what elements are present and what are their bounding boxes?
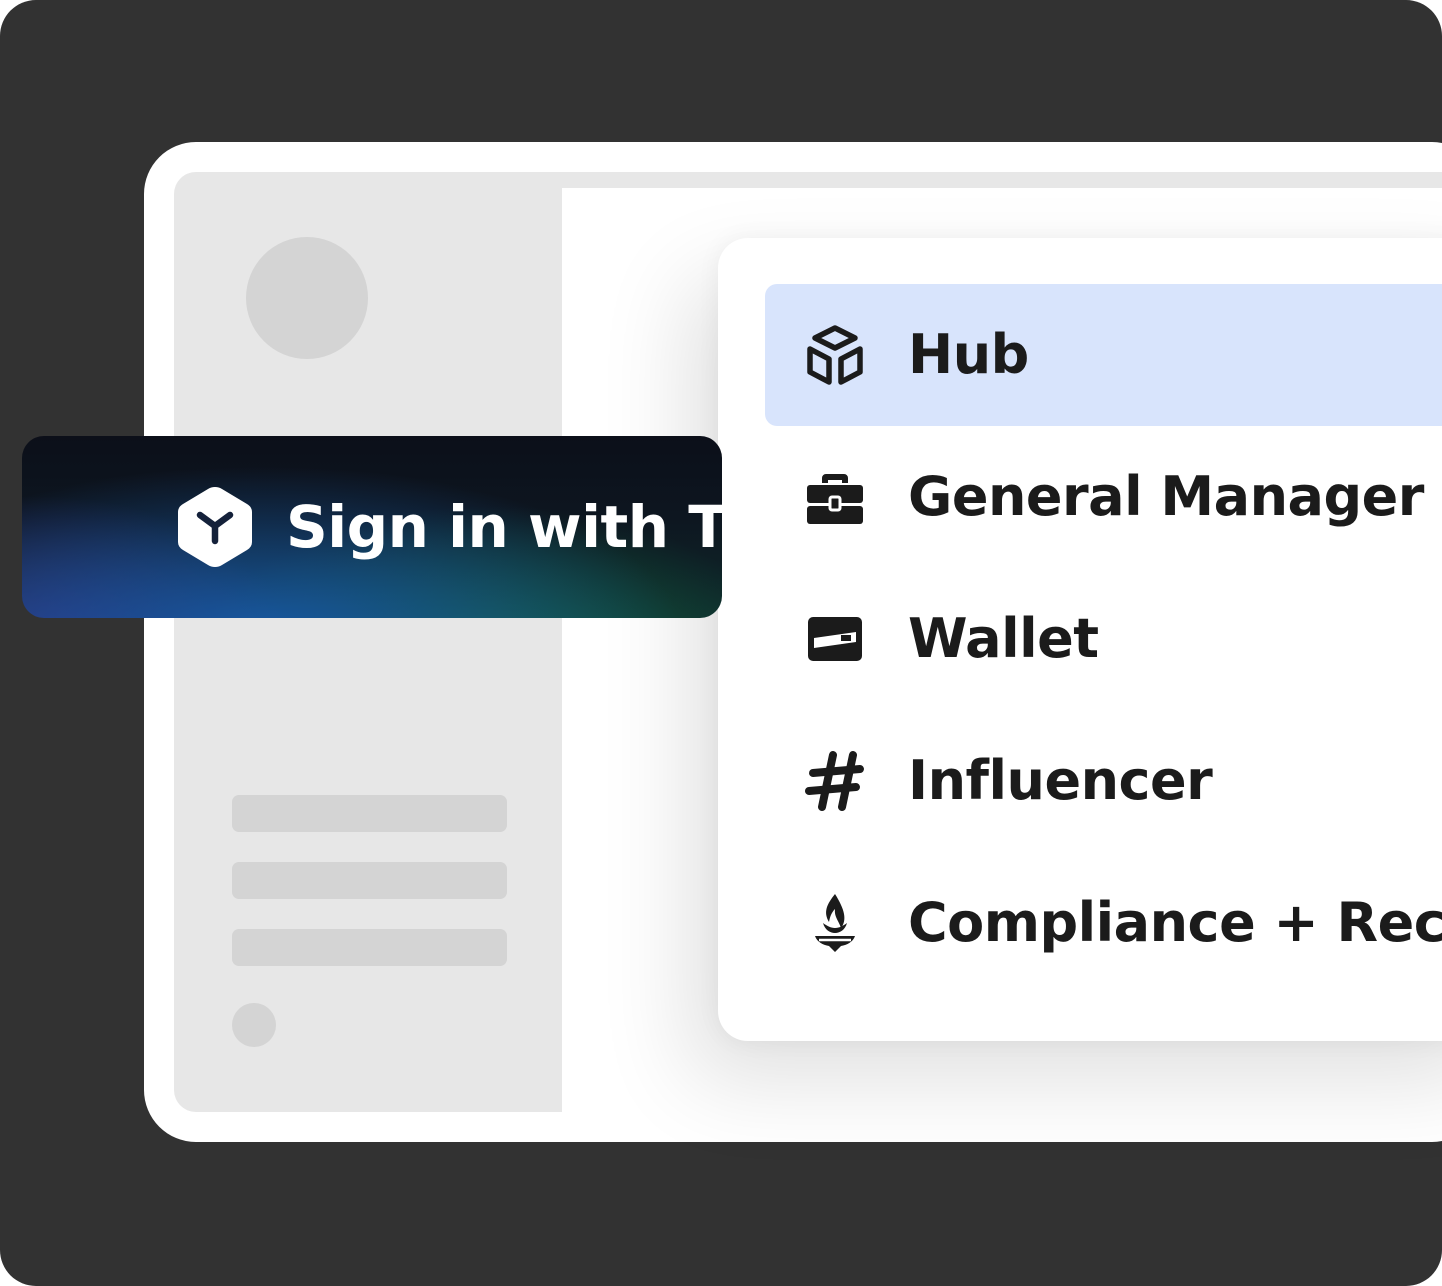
menu-item-hub[interactable]: Hub xyxy=(765,284,1442,426)
skeleton-line xyxy=(232,929,507,966)
menu-item-label: Wallet xyxy=(908,607,1099,670)
torch-icon xyxy=(815,894,855,952)
team-cube-logo-icon xyxy=(178,487,252,567)
menu-item-label: Influencer xyxy=(908,749,1213,812)
device-frame: Hub General Manager Wallet Influencer Co… xyxy=(0,0,1442,1286)
skeleton-line xyxy=(232,795,507,832)
menu-item-general-manager[interactable]: General Manager xyxy=(765,426,1442,568)
menu-item-label: Compliance + Recru xyxy=(908,891,1442,954)
menu-item-label: Hub xyxy=(908,323,1029,386)
menu-item-label: General Manager xyxy=(908,465,1424,528)
cube-icon xyxy=(807,325,863,385)
credit-card-icon xyxy=(808,617,862,661)
skeleton-line xyxy=(232,862,507,899)
skeleton-dot xyxy=(232,1003,276,1047)
hashtag-icon xyxy=(805,751,864,811)
sign-in-label: Sign in with Tea xyxy=(286,493,722,561)
menu-item-influencer[interactable]: Influencer xyxy=(765,710,1442,852)
briefcase-icon xyxy=(807,474,863,524)
app-switcher-menu: Hub General Manager Wallet Influencer Co… xyxy=(718,238,1442,1041)
avatar-placeholder xyxy=(246,237,368,359)
menu-item-compliance-recruiting[interactable]: Compliance + Recru xyxy=(765,852,1442,994)
menu-item-wallet[interactable]: Wallet xyxy=(765,568,1442,710)
sign-in-with-team-button[interactable]: Sign in with Tea xyxy=(22,436,722,618)
